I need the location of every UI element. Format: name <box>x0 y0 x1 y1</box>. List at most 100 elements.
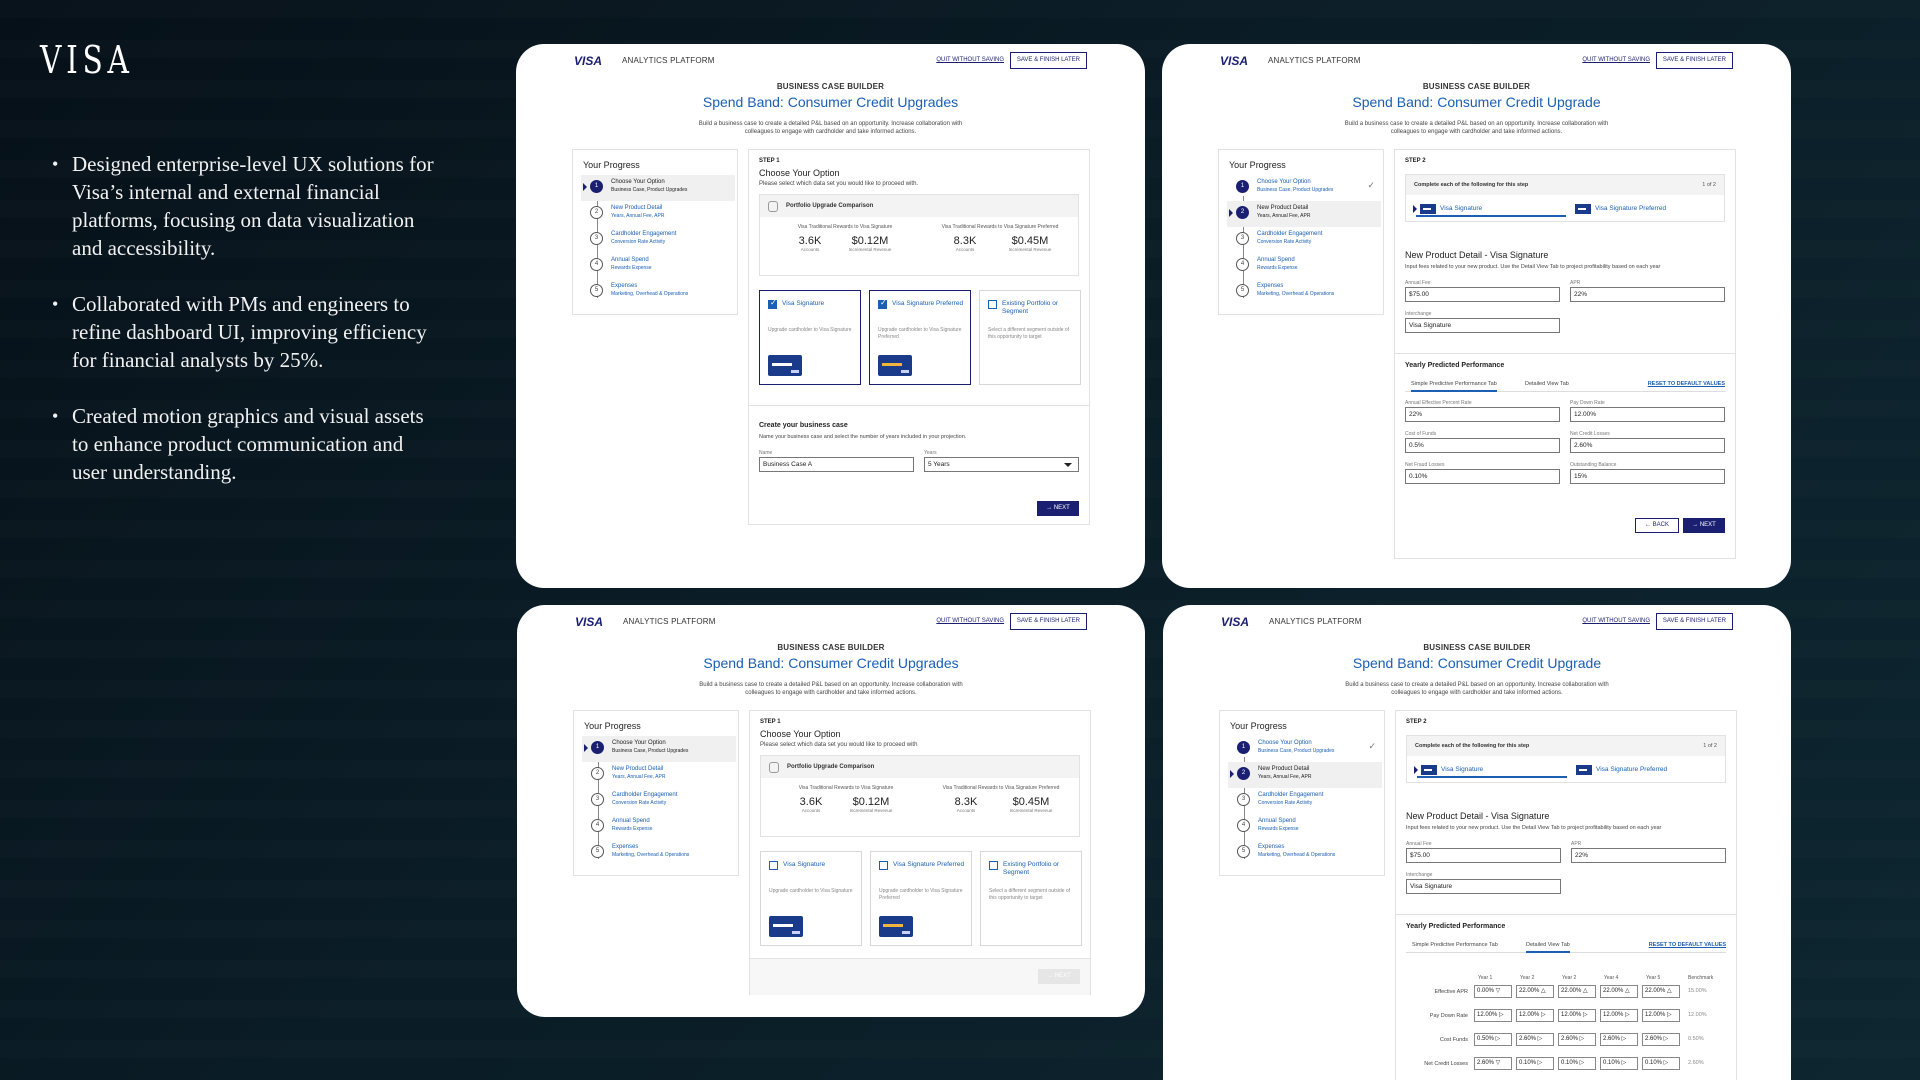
tab-detailed[interactable]: Detailed View Tab <box>1525 381 1569 387</box>
checkbox[interactable] <box>878 298 887 309</box>
table-cell-input[interactable]: 22.00% △ <box>1600 985 1638 998</box>
option-visa-signature-preferred[interactable]: Visa Signature Preferred Upgrade cardhol… <box>870 851 972 946</box>
next-button[interactable]: → NEXT <box>1037 501 1079 516</box>
table-cell-input[interactable]: 2.60% ▷ <box>1516 1033 1554 1046</box>
field-input[interactable]: 0.5% <box>1405 438 1560 453</box>
interchange-input[interactable]: Visa Signature <box>1406 879 1561 894</box>
progress-step-5[interactable]: 5 Expenses Marketing, Overhead & Operation… <box>581 279 735 305</box>
progress-step-5[interactable]: 5 Expenses Marketing, Overhead & Operation… <box>1227 279 1381 305</box>
annual-fee-input[interactable]: $75.00 <box>1406 848 1561 863</box>
progress-step-5[interactable]: 5 Expenses Marketing, Overhead & Operation… <box>1228 840 1382 866</box>
next-button-disabled[interactable]: → NEXT <box>1038 969 1080 984</box>
progress-step-4[interactable]: 4 Annual Spend Rewards Expense <box>1228 814 1382 840</box>
progress-step-2[interactable]: 2 New Product Detail Years, Annual Fee, AP… <box>1227 201 1381 227</box>
checkbox[interactable] <box>989 861 998 870</box>
quit-without-saving-link[interactable]: QUIT WITHOUT SAVING <box>936 618 1004 624</box>
option-existing-portfolio[interactable]: Existing Portfolio or Segment Select a d… <box>980 851 1082 946</box>
field-input[interactable]: 12.00% <box>1570 407 1725 422</box>
option-visa-signature[interactable]: Visa Signature Upgrade cardholder to Vis… <box>759 290 861 385</box>
progress-step-2[interactable]: 2 New Product Detail Years, Annual Fee, AP… <box>581 201 735 227</box>
table-cell-input[interactable]: 2.60% ▷ <box>1600 1033 1638 1046</box>
table-cell-input[interactable]: 0.10% ▷ <box>1600 1057 1638 1070</box>
tab-simple[interactable]: Simple Predictive Performance Tab <box>1411 381 1497 392</box>
progress-step-3[interactable]: 3 Cardholder Engagement Conversion Rate Ac… <box>1227 227 1381 253</box>
progress-step-4[interactable]: 4 Annual Spend Rewards Expense <box>582 814 736 840</box>
checkbox[interactable] <box>879 861 888 870</box>
field-label: APR <box>1570 280 1581 286</box>
progress-step-1[interactable]: 1 Choose Your Option Business Case, Produc… <box>1227 175 1381 201</box>
table-cell-input[interactable]: 22.00% △ <box>1516 985 1554 998</box>
progress-step-3[interactable]: 3 Cardholder Engagement Conversion Rate Ac… <box>582 788 736 814</box>
field-input[interactable]: 15% <box>1570 469 1725 484</box>
checkbox[interactable] <box>769 861 778 870</box>
tab-label: Visa Signature <box>1441 766 1484 773</box>
field-input[interactable]: 22% <box>1405 407 1560 422</box>
field-label: APR <box>1571 841 1582 847</box>
progress-step-2[interactable]: 2 New Product Detail Years, Annual Fee, AP… <box>1228 762 1382 788</box>
table-cell-input[interactable]: 22.00% △ <box>1558 985 1596 998</box>
option-existing-portfolio[interactable]: Existing Portfolio or Segment Select a d… <box>979 290 1081 385</box>
table-cell-input[interactable]: 2.60% ▽ <box>1474 1057 1512 1070</box>
table-cell-input[interactable]: 12.00% ▷ <box>1474 1009 1512 1022</box>
apr-input[interactable]: 22% <box>1570 287 1725 302</box>
step-subtitle: Marketing, Overhead & Operations <box>1258 852 1336 858</box>
table-cell-input[interactable]: 0.10% ▷ <box>1516 1057 1554 1070</box>
field-input[interactable]: 2.60% <box>1570 438 1725 453</box>
progress-step-2[interactable]: 2 New Product Detail Years, Annual Fee, AP… <box>582 762 736 788</box>
progress-step-1[interactable]: 1 Choose Your Option Business Case, Produc… <box>581 175 735 201</box>
page-title: Spend Band: Consumer Credit Upgrades <box>702 94 959 110</box>
quit-without-saving-link[interactable]: QUIT WITHOUT SAVING <box>1582 618 1650 624</box>
arrow-right-icon: → <box>1692 522 1699 528</box>
progress-step-4[interactable]: 4 Annual Spend Rewards Expense <box>1227 253 1381 279</box>
field-input[interactable]: 0.10% <box>1405 469 1560 484</box>
step-subtitle: Years, Annual Fee, APR <box>1257 213 1311 219</box>
table-cell-input[interactable]: 12.00% ▷ <box>1516 1009 1554 1022</box>
option-visa-signature-preferred[interactable]: Visa Signature Preferred Upgrade cardhol… <box>869 290 971 385</box>
caret-right-icon <box>583 183 587 191</box>
annual-fee-input[interactable]: $75.00 <box>1405 287 1560 302</box>
back-button[interactable]: ← BACK <box>1635 518 1679 533</box>
step-number: 3 <box>1237 793 1250 806</box>
interchange-input[interactable]: Visa Signature <box>1405 318 1560 333</box>
tab-simple[interactable]: Simple Predictive Performance Tab <box>1412 942 1498 948</box>
table-cell-input[interactable]: 0.10% ▷ <box>1558 1057 1596 1070</box>
tab-detailed[interactable]: Detailed View Tab <box>1526 942 1570 953</box>
table-cell-input[interactable]: 12.00% ▷ <box>1600 1009 1638 1022</box>
quit-without-saving-link[interactable]: QUIT WITHOUT SAVING <box>1582 57 1650 63</box>
step-number: 1 <box>1237 741 1250 754</box>
checkbox[interactable] <box>988 300 997 309</box>
save-finish-later-button[interactable]: SAVE & FINISH LATER <box>1009 613 1087 630</box>
quit-without-saving-link[interactable]: QUIT WITHOUT SAVING <box>936 57 1004 63</box>
progress-step-1[interactable]: 1 Choose Your Option Business Case, Produc… <box>1228 736 1382 762</box>
years-select[interactable]: 5 Years <box>924 457 1079 472</box>
tab-visa-signature[interactable]: Visa Signature <box>1414 762 1567 778</box>
progress-step-3[interactable]: 3 Cardholder Engagement Conversion Rate Ac… <box>581 227 735 253</box>
progress-step-4[interactable]: 4 Annual Spend Rewards Expense <box>581 253 735 279</box>
checkbox[interactable] <box>768 298 777 309</box>
table-cell-input[interactable]: 0.50% ▷ <box>1474 1033 1512 1046</box>
table-cell-input[interactable]: 0.10% ▷ <box>1642 1057 1680 1070</box>
progress-step-3[interactable]: 3 Cardholder Engagement Conversion Rate Ac… <box>1228 788 1382 814</box>
save-finish-later-button[interactable]: SAVE & FINISH LATER <box>1009 52 1087 69</box>
save-finish-later-button[interactable]: SAVE & FINISH LATER <box>1655 52 1733 69</box>
table-cell-input[interactable]: 2.60% ▷ <box>1558 1033 1596 1046</box>
table-cell-input[interactable]: 12.00% ▷ <box>1642 1009 1680 1022</box>
table-cell-input[interactable]: 2.60% ▷ <box>1642 1033 1680 1046</box>
progress-step-5[interactable]: 5 Expenses Marketing, Overhead & Operation… <box>582 840 736 866</box>
progress-title: Your Progress <box>1230 721 1287 731</box>
tab-visa-signature-preferred[interactable]: Visa Signature Preferred <box>1572 762 1722 778</box>
save-finish-later-button[interactable]: SAVE & FINISH LATER <box>1655 613 1733 630</box>
reset-default-link[interactable]: RESET TO DEFAULT VALUES <box>1649 942 1726 948</box>
next-button[interactable]: → NEXT <box>1683 518 1725 533</box>
tab-visa-signature[interactable]: Visa Signature <box>1413 201 1566 217</box>
tab-visa-signature-preferred[interactable]: Visa Signature Preferred <box>1571 201 1721 217</box>
table-cell-input[interactable]: 22.00% △ <box>1642 985 1680 998</box>
table-cell-input[interactable]: 0.00% ▽ <box>1474 985 1512 998</box>
progress-step-1[interactable]: 1 Choose Your Option Business Case, Produc… <box>582 736 736 762</box>
field-label: Net Credit Losses <box>1570 431 1610 437</box>
option-visa-signature[interactable]: Visa Signature Upgrade cardholder to Vis… <box>760 851 862 946</box>
table-cell-input[interactable]: 12.00% ▷ <box>1558 1009 1596 1022</box>
name-input[interactable]: Business Case A <box>759 457 914 472</box>
apr-input[interactable]: 22% <box>1571 848 1726 863</box>
reset-default-link[interactable]: RESET TO DEFAULT VALUES <box>1648 381 1725 387</box>
